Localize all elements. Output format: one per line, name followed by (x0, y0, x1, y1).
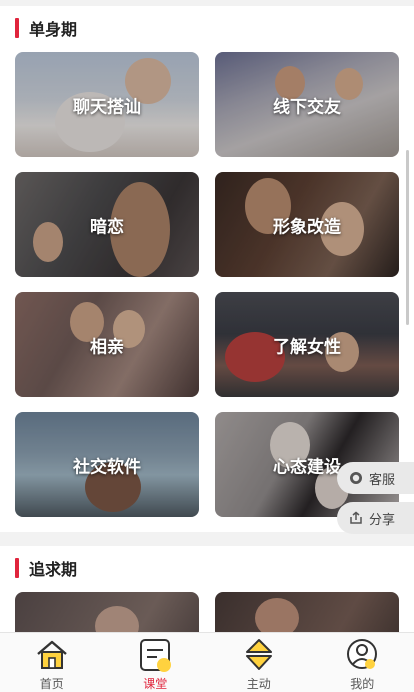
tab-home[interactable]: 首页 (0, 633, 104, 692)
tab-label: 首页 (39, 677, 64, 691)
card-label: 了解女性 (273, 337, 341, 357)
card-label: 社交软件 (73, 457, 141, 477)
share-icon (349, 511, 363, 525)
course-card-crush[interactable]: 暗恋 (15, 172, 199, 277)
course-card-understand-women[interactable]: 了解女性 (215, 292, 399, 397)
tab-label: 课堂 (143, 677, 168, 691)
headset-icon (349, 471, 363, 485)
tab-classroom[interactable]: 课堂 (104, 633, 208, 692)
customer-service-label: 客服 (369, 472, 396, 488)
home-icon (34, 637, 70, 673)
tab-label: 主动 (246, 677, 271, 691)
tab-label: 我的 (350, 677, 375, 691)
tab-proactive[interactable]: 主动 (207, 633, 311, 692)
section-header: 追求期 (15, 556, 77, 580)
section-accent-bar (15, 558, 19, 578)
card-label: 线下交友 (273, 97, 341, 117)
section-title: 追求期 (29, 560, 78, 579)
card-label: 暗恋 (90, 217, 124, 237)
bottom-tab-bar: 首页 课堂 主动 我的 (0, 632, 414, 692)
section-header: 单身期 (15, 16, 77, 40)
course-card-social-apps[interactable]: 社交软件 (15, 412, 199, 517)
card-label: 聊天搭讪 (73, 97, 141, 117)
scrollbar[interactable] (406, 150, 409, 325)
section-title: 单身期 (29, 20, 78, 39)
course-card-offline[interactable]: 线下交友 (215, 52, 399, 157)
course-card-blind-date[interactable]: 相亲 (15, 292, 199, 397)
tab-profile[interactable]: 我的 (311, 633, 414, 692)
section-accent-bar (15, 18, 19, 38)
profile-icon (344, 637, 380, 673)
proactive-icon (241, 637, 277, 673)
course-card-chat[interactable]: 聊天搭讪 (15, 52, 199, 157)
share-button[interactable]: 分享 (337, 502, 414, 534)
course-card-makeover[interactable]: 形象改造 (215, 172, 399, 277)
card-label: 形象改造 (273, 217, 341, 237)
card-label: 相亲 (90, 337, 124, 357)
classroom-icon (137, 637, 173, 673)
share-label: 分享 (369, 512, 396, 528)
customer-service-button[interactable]: 客服 (337, 462, 414, 494)
